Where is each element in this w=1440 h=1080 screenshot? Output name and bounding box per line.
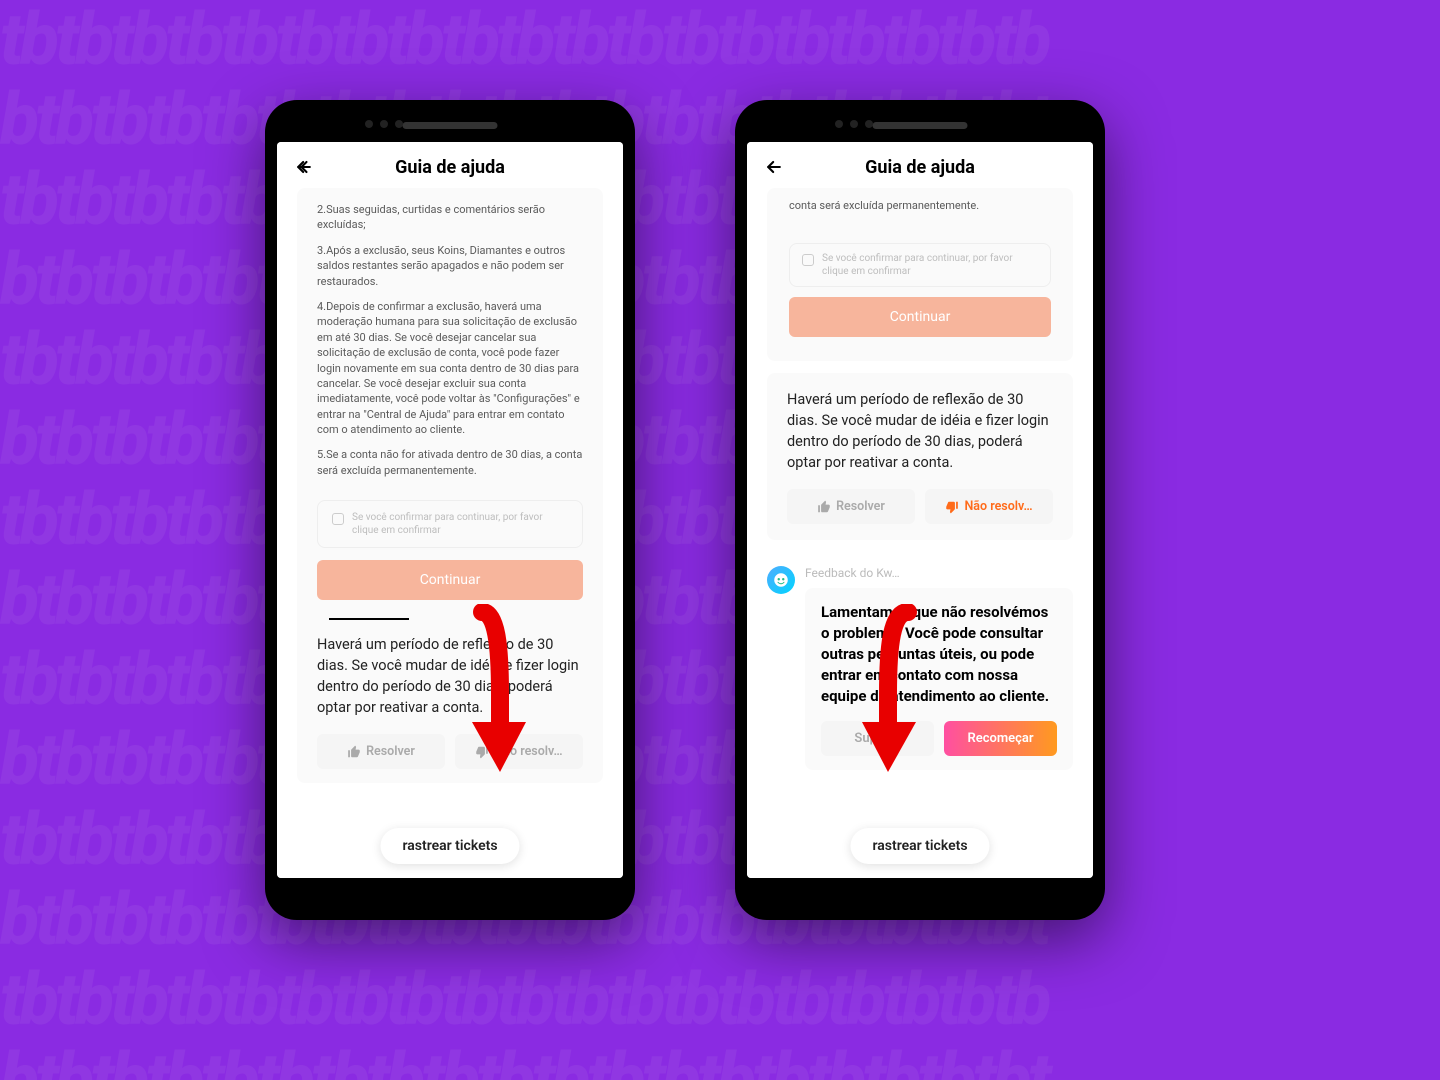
paragraph-2: 2.Suas seguidas, curtidas e comentários …	[317, 202, 583, 233]
sensor-icon	[850, 120, 858, 128]
background-pattern: tbtbtbtbtbtbtbtbtbtbtbtbtbtbtbtbtbtbtb b…	[0, 0, 1440, 1080]
reflection-text: Haverá um período de reflexão de 30 dias…	[317, 634, 583, 718]
restart-button[interactable]: Recomeçar	[944, 721, 1057, 756]
back-arrow-icon[interactable]	[763, 156, 785, 178]
sensor-icon	[380, 120, 388, 128]
phone-mockup-left: Guia de ajuda 2.Suas seguidas, curtidas …	[265, 100, 635, 920]
checkbox-icon[interactable]	[332, 513, 344, 525]
paragraph-3: 3.Após a exclusão, seus Koins, Diamantes…	[317, 243, 583, 289]
sensor-icon	[835, 120, 843, 128]
resolve-button[interactable]: Resolver	[317, 734, 445, 769]
apology-card: Lamentamos que não resolvémos o problema…	[805, 588, 1073, 770]
feedback-buttons: Resolver Não resolv…	[787, 489, 1053, 524]
feedback-label: Feedback do Kw…	[805, 566, 1073, 580]
content-area-left[interactable]: 2.Suas seguidas, curtidas e comentários …	[277, 188, 623, 878]
support-restart-row: Suporte Recomeçar	[821, 721, 1057, 756]
screen-right: Guia de ajuda conta será excluída perman…	[747, 142, 1093, 878]
feedback-buttons: Resolver Não resolv…	[317, 734, 583, 769]
resolve-label: Resolver	[366, 744, 415, 759]
sensor-icon	[865, 120, 873, 128]
track-tickets-button[interactable]: rastrear tickets	[850, 828, 989, 864]
app-header: Guia de ajuda	[277, 142, 623, 188]
paragraph-4: 4.Depois de confirmar a exclusão, haverá…	[317, 299, 583, 438]
confirm-box: Se você confirmar para continuar, por fa…	[789, 243, 1051, 287]
continue-button[interactable]: Continuar	[317, 560, 583, 600]
info-card: 2.Suas seguidas, curtidas e comentários …	[297, 188, 603, 783]
sensor-icon	[395, 120, 403, 128]
resolve-label: Resolver	[836, 499, 885, 514]
thumbs-up-icon	[347, 745, 361, 759]
checkbox-icon[interactable]	[802, 254, 814, 266]
not-resolve-label: Não resolv…	[494, 744, 562, 759]
phone-mockup-right: Guia de ajuda conta será excluída perman…	[735, 100, 1105, 920]
not-resolve-button-active[interactable]: Não resolv…	[925, 489, 1053, 524]
thumbs-down-icon	[945, 500, 959, 514]
not-resolve-button[interactable]: Não resolv…	[455, 734, 583, 769]
page-title: Guia de ajuda	[277, 157, 623, 178]
confirm-text: Se você confirmar para continuar, por fa…	[352, 511, 568, 537]
top-fragment: conta será excluída permanentemente.	[789, 198, 1051, 213]
app-header: Guia de ajuda	[747, 142, 1093, 188]
screen-left: Guia de ajuda 2.Suas seguidas, curtidas …	[277, 142, 623, 878]
bot-avatar-icon	[767, 566, 795, 594]
back-arrow-icon[interactable]	[293, 156, 315, 178]
support-button[interactable]: Suporte	[821, 721, 934, 756]
page-title: Guia de ajuda	[747, 157, 1093, 178]
info-card: conta será excluída permanentemente. Se …	[767, 188, 1073, 361]
sensor-icon	[365, 120, 373, 128]
paragraph-5: 5.Se a conta não for ativada dentro de 3…	[317, 447, 583, 478]
thumbs-up-icon	[817, 500, 831, 514]
not-resolve-label: Não resolv…	[964, 499, 1032, 514]
bot-feedback-row: Feedback do Kw… Lamentamos que não resol…	[767, 566, 1073, 770]
resolve-button[interactable]: Resolver	[787, 489, 915, 524]
confirm-box: Se você confirmar para continuar, por fa…	[317, 500, 583, 548]
confirm-text: Se você confirmar para continuar, por fa…	[822, 252, 1038, 278]
divider	[329, 618, 409, 620]
track-tickets-button[interactable]: rastrear tickets	[380, 828, 519, 864]
thumbs-down-icon	[475, 745, 489, 759]
apology-text: Lamentamos que não resolvémos o problema…	[821, 602, 1057, 707]
continue-button[interactable]: Continuar	[789, 297, 1051, 337]
reflection-card: Haverá um período de reflexão de 30 dias…	[767, 373, 1073, 540]
content-area-right[interactable]: conta será excluída permanentemente. Se …	[747, 188, 1093, 878]
reflection-text: Haverá um período de reflexão de 30 dias…	[787, 389, 1053, 473]
